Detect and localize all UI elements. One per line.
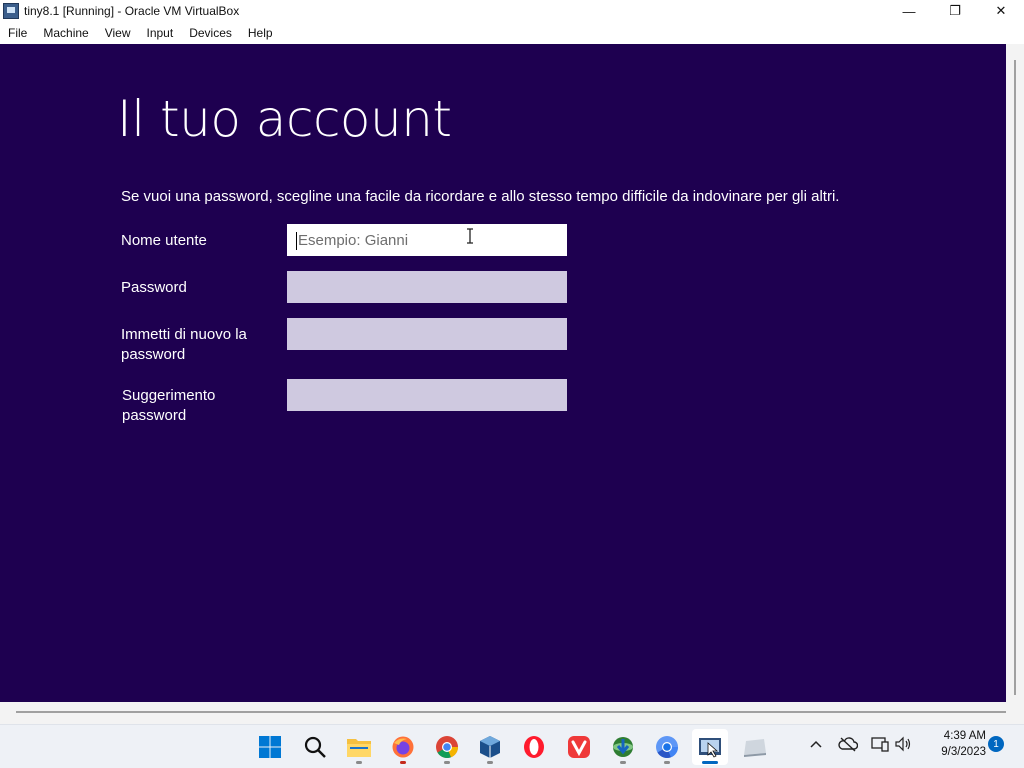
menu-file[interactable]: File bbox=[0, 26, 35, 40]
internet-download-manager-icon bbox=[613, 737, 633, 757]
running-indicator bbox=[620, 761, 626, 764]
password-hint-input[interactable] bbox=[287, 379, 567, 411]
virtualbox-icon bbox=[480, 736, 500, 758]
taskbar-clock[interactable]: 4:39 AM 9/3/2023 bbox=[920, 728, 986, 760]
ibeam-cursor-icon bbox=[467, 228, 473, 244]
taskbar-opera[interactable] bbox=[516, 729, 552, 765]
tray-onedrive[interactable] bbox=[838, 734, 858, 754]
password-hint-label: Suggerimento password bbox=[122, 387, 216, 424]
tray-network[interactable] bbox=[870, 734, 890, 754]
drive-icon bbox=[744, 739, 766, 757]
menubar: File Machine View Input Devices Help bbox=[0, 22, 1024, 44]
password-input[interactable] bbox=[287, 271, 567, 303]
opera-icon bbox=[524, 736, 544, 758]
virtualbox-vm-icon bbox=[3, 3, 19, 19]
running-indicator-active bbox=[702, 761, 718, 764]
window-controls: — ❐ ✕ bbox=[886, 0, 1024, 22]
taskbar-vivaldi[interactable] bbox=[561, 729, 597, 765]
vm-display[interactable]: Il tuo account Se vuoi una password, sce… bbox=[0, 44, 1006, 702]
volume-icon bbox=[895, 736, 911, 752]
clock-date: 9/3/2023 bbox=[941, 746, 986, 758]
clock-time: 4:39 AM bbox=[943, 730, 986, 742]
page-title: Il tuo account bbox=[117, 90, 452, 148]
running-indicator bbox=[400, 761, 406, 764]
menu-machine[interactable]: Machine bbox=[35, 26, 96, 40]
firefox-icon bbox=[392, 736, 414, 758]
vertical-scrollbar[interactable] bbox=[1006, 44, 1024, 704]
text-caret bbox=[296, 232, 297, 250]
taskbar-file-explorer[interactable] bbox=[341, 729, 377, 765]
window-titlebar: tiny8.1 [Running] - Oracle VM VirtualBox… bbox=[0, 0, 1024, 22]
tray-overflow-button[interactable] bbox=[806, 734, 826, 754]
network-icon bbox=[871, 737, 889, 752]
chrome-icon bbox=[436, 736, 459, 759]
taskbar-chrome[interactable] bbox=[429, 729, 465, 765]
running-indicator bbox=[664, 761, 670, 764]
chromium-icon bbox=[656, 736, 679, 759]
windows-start-icon bbox=[259, 736, 281, 758]
menu-input[interactable]: Input bbox=[139, 26, 182, 40]
chevron-up-icon bbox=[810, 740, 822, 748]
taskbar-drive[interactable] bbox=[737, 729, 773, 765]
restore-button[interactable]: ❐ bbox=[932, 0, 978, 22]
search-button[interactable] bbox=[297, 729, 333, 765]
intro-text: Se vuoi una password, scegline una facil… bbox=[121, 188, 840, 205]
notification-badge[interactable]: 1 bbox=[988, 736, 1004, 752]
taskbar-firefox[interactable] bbox=[385, 729, 421, 765]
vivaldi-icon bbox=[568, 736, 590, 758]
taskbar-chromium[interactable] bbox=[649, 729, 685, 765]
minimize-button[interactable]: — bbox=[886, 0, 932, 22]
taskbar-virtualbox[interactable] bbox=[472, 729, 508, 765]
password-label: Password bbox=[121, 279, 187, 296]
horizontal-scrollbar[interactable] bbox=[0, 702, 1024, 724]
running-indicator bbox=[487, 761, 493, 764]
taskbar-download-manager[interactable] bbox=[605, 729, 641, 765]
onedrive-offline-icon bbox=[838, 737, 858, 752]
username-input[interactable] bbox=[287, 224, 567, 256]
confirm-password-label: Immetti di nuovo la password bbox=[121, 326, 247, 363]
close-button[interactable]: ✕ bbox=[978, 0, 1024, 22]
running-indicator bbox=[444, 761, 450, 764]
horizontal-scrollbar-thumb[interactable] bbox=[16, 711, 1006, 713]
search-icon bbox=[304, 736, 326, 758]
menu-help[interactable]: Help bbox=[240, 26, 281, 40]
running-indicator bbox=[356, 761, 362, 764]
tray-volume[interactable] bbox=[893, 734, 913, 754]
start-button[interactable] bbox=[252, 729, 288, 765]
file-explorer-icon bbox=[347, 739, 371, 757]
vertical-scrollbar-thumb[interactable] bbox=[1014, 60, 1016, 695]
taskbar-vm-window[interactable] bbox=[692, 729, 728, 765]
menu-devices[interactable]: Devices bbox=[181, 26, 240, 40]
menu-view[interactable]: View bbox=[97, 26, 139, 40]
confirm-password-input[interactable] bbox=[287, 318, 567, 350]
virtualbox-vm-icon bbox=[699, 738, 721, 758]
username-label: Nome utente bbox=[121, 232, 207, 249]
window-title: tiny8.1 [Running] - Oracle VM VirtualBox bbox=[24, 4, 240, 18]
